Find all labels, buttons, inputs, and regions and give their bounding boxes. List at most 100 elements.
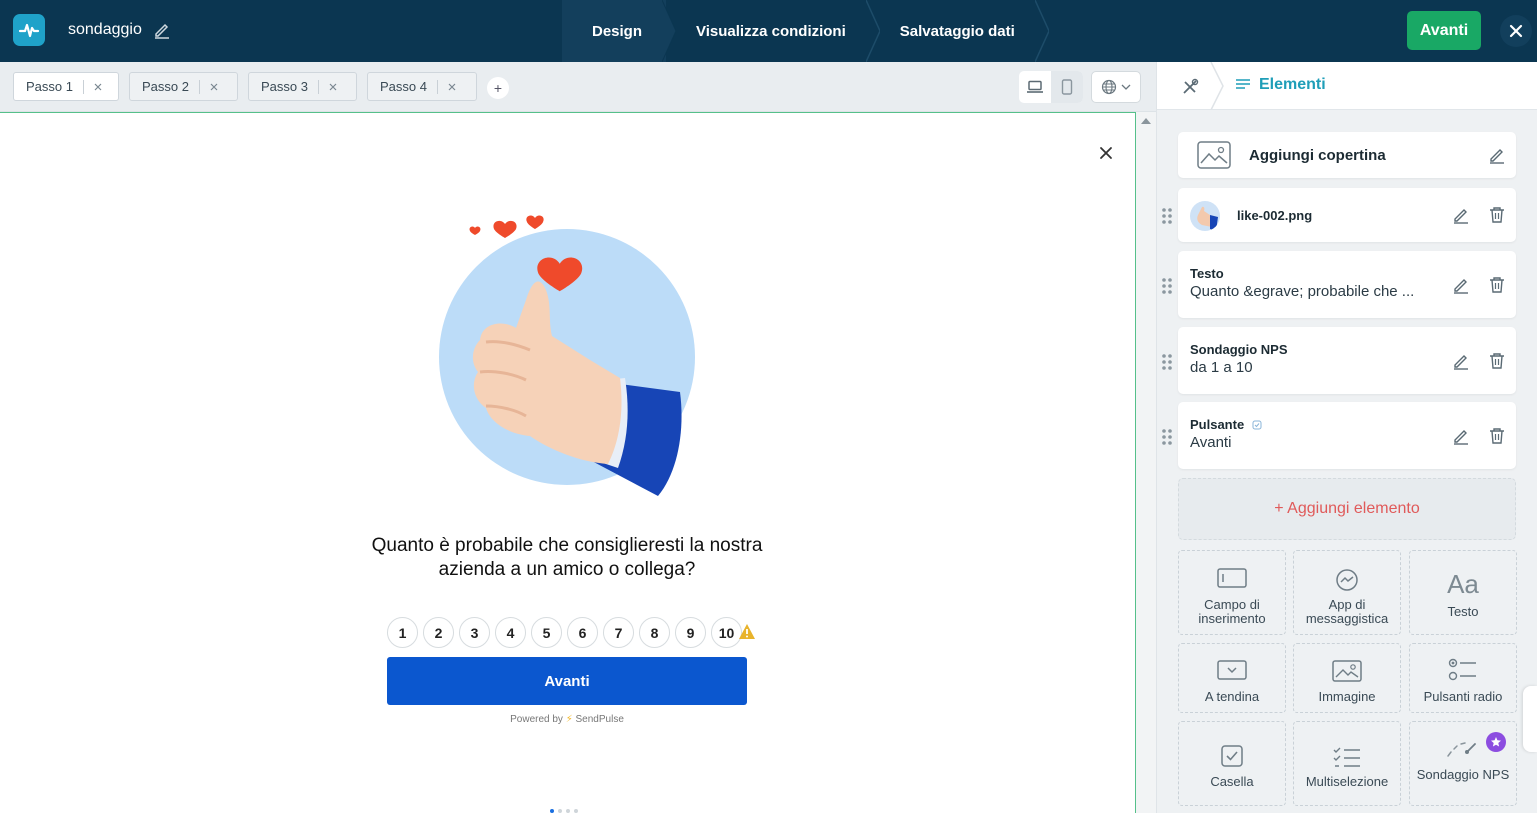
nps-icon bbox=[1447, 742, 1476, 757]
trash-icon[interactable] bbox=[1488, 427, 1506, 445]
tile-checkbox[interactable]: Casella bbox=[1178, 721, 1286, 806]
add-element-button[interactable]: + Aggiungi elemento bbox=[1178, 478, 1516, 540]
step-pager bbox=[550, 809, 578, 813]
nps-option-9[interactable]: 9 bbox=[675, 617, 706, 648]
logo[interactable] bbox=[13, 14, 45, 46]
trash-icon[interactable] bbox=[1488, 206, 1506, 224]
chevron-separator bbox=[1210, 62, 1224, 110]
tab-close-button[interactable] bbox=[319, 82, 347, 92]
tile-text[interactable]: Aa Testo bbox=[1409, 550, 1517, 635]
tile-label: Testo bbox=[1447, 604, 1479, 619]
pencil-icon[interactable] bbox=[1452, 352, 1470, 370]
element-nps-survey[interactable]: Sondaggio NPS da 1 a 10 bbox=[1178, 327, 1516, 394]
trash-icon[interactable] bbox=[1488, 352, 1506, 370]
nps-option-3[interactable]: 3 bbox=[459, 617, 490, 648]
trash-icon[interactable] bbox=[1488, 276, 1506, 294]
verified-check-icon bbox=[1252, 420, 1262, 430]
add-cover-card[interactable]: Aggiungi copertina bbox=[1178, 132, 1516, 178]
tile-messenger-app[interactable]: App di messaggistica bbox=[1293, 550, 1401, 635]
pencil-icon[interactable] bbox=[1452, 206, 1470, 224]
powered-by[interactable]: Powered by ⚡ SendPulse bbox=[387, 714, 747, 725]
pencil-icon[interactable] bbox=[153, 21, 171, 39]
add-step-button[interactable]: + bbox=[487, 77, 509, 99]
pencil-icon[interactable] bbox=[1488, 146, 1506, 164]
nps-option-2[interactable]: 2 bbox=[423, 617, 454, 648]
tile-multiselect[interactable]: Multiselezione bbox=[1293, 721, 1401, 806]
panel-header: Elementi bbox=[1157, 62, 1537, 110]
tile-label: App di messaggistica bbox=[1305, 597, 1389, 626]
radio-buttons-icon bbox=[1448, 658, 1476, 681]
top-bar: sondaggio Design Visualizza condizioni S… bbox=[0, 0, 1537, 62]
canvas-scrollbar[interactable] bbox=[1136, 112, 1156, 813]
thumbs-up-illustration bbox=[439, 215, 695, 496]
drag-handle-icon[interactable] bbox=[1161, 428, 1173, 446]
chevron-separator bbox=[1034, 0, 1049, 62]
element-text[interactable]: Testo Quanto &egrave; probabile che ... bbox=[1178, 251, 1516, 318]
language-selector[interactable] bbox=[1091, 71, 1141, 103]
element-image[interactable]: like-002.png bbox=[1178, 188, 1516, 242]
nps-option-1[interactable]: 1 bbox=[387, 617, 418, 648]
tile-dropdown[interactable]: A tendina bbox=[1178, 643, 1286, 713]
element-subtitle: da 1 a 10 bbox=[1190, 359, 1253, 376]
add-cover-label: Aggiungi copertina bbox=[1249, 147, 1386, 164]
pulse-logo-icon bbox=[18, 23, 40, 38]
messenger-icon bbox=[1336, 569, 1358, 591]
tab-close-button[interactable] bbox=[438, 82, 466, 92]
laptop-icon bbox=[1027, 80, 1043, 93]
tile-label: Pulsanti radio bbox=[1423, 689, 1503, 704]
pager-dot bbox=[574, 809, 578, 813]
warning-icon bbox=[739, 624, 755, 639]
tab-elements[interactable]: Elementi bbox=[1235, 76, 1326, 94]
tab-close-button[interactable] bbox=[200, 82, 228, 92]
design-tools-icon[interactable] bbox=[1179, 76, 1201, 98]
drag-handle-icon[interactable] bbox=[1161, 353, 1173, 371]
tile-radio-buttons[interactable]: Pulsanti radio bbox=[1409, 643, 1517, 713]
drag-handle-icon[interactable] bbox=[1161, 207, 1173, 225]
tile-nps-survey[interactable]: Sondaggio NPS bbox=[1409, 721, 1517, 806]
mobile-icon bbox=[1061, 79, 1073, 95]
element-button[interactable]: Pulsante Avanti bbox=[1178, 402, 1516, 469]
pencil-icon[interactable] bbox=[1452, 276, 1470, 294]
step-view-conditions[interactable]: Visualizza condizioni bbox=[666, 0, 880, 62]
element-subtitle: Avanti bbox=[1190, 434, 1232, 451]
nps-option-5[interactable]: 5 bbox=[531, 617, 562, 648]
close-icon bbox=[94, 83, 102, 90]
next-button[interactable]: Avanti bbox=[1407, 11, 1481, 50]
tab-step-2[interactable]: Passo 2 bbox=[129, 72, 238, 101]
mobile-preview-button[interactable] bbox=[1051, 71, 1083, 103]
tab-step-3[interactable]: Passo 3 bbox=[248, 72, 357, 101]
thumbs-up-thumbnail bbox=[1197, 206, 1218, 231]
popup-close-icon[interactable] bbox=[1096, 143, 1116, 163]
powered-by-text: Powered by bbox=[510, 714, 563, 725]
element-title: Testo bbox=[1190, 266, 1224, 281]
close-icon bbox=[210, 83, 218, 90]
nps-option-6[interactable]: 6 bbox=[567, 617, 598, 648]
step-data-saving[interactable]: Salvataggio dati bbox=[870, 0, 1049, 62]
tile-input-field[interactable]: Campo di inserimento bbox=[1178, 550, 1286, 635]
nps-option-7[interactable]: 7 bbox=[603, 617, 634, 648]
tab-step-4[interactable]: Passo 4 bbox=[367, 72, 477, 101]
drag-handle-icon[interactable] bbox=[1161, 277, 1173, 295]
tile-image[interactable]: Immagine bbox=[1293, 643, 1401, 713]
tab-label: Passo 4 bbox=[380, 79, 427, 94]
pager-dot bbox=[558, 809, 562, 813]
tab-step-1[interactable]: Passo 1 bbox=[13, 72, 119, 101]
nps-option-8[interactable]: 8 bbox=[639, 617, 670, 648]
popup-submit-button[interactable]: Avanti bbox=[387, 657, 747, 705]
tab-close-button[interactable] bbox=[84, 82, 112, 92]
image-thumbnail bbox=[1190, 201, 1220, 231]
side-help-tab[interactable] bbox=[1523, 686, 1537, 752]
close-button[interactable] bbox=[1500, 15, 1532, 47]
pager-dot bbox=[566, 809, 570, 813]
close-icon bbox=[329, 83, 337, 90]
step-design[interactable]: Design bbox=[562, 0, 677, 62]
desktop-preview-button[interactable] bbox=[1019, 71, 1051, 103]
brand-name: SendPulse bbox=[575, 714, 624, 725]
nps-option-4[interactable]: 4 bbox=[495, 617, 526, 648]
checkbox-icon bbox=[1221, 745, 1243, 767]
elements-panel: Elementi Aggiungi copertina like-002.png… bbox=[1156, 62, 1537, 813]
pencil-icon[interactable] bbox=[1452, 427, 1470, 445]
tile-label: Immagine bbox=[1318, 689, 1376, 704]
scroll-up-arrow[interactable] bbox=[1141, 118, 1151, 124]
element-title: Sondaggio NPS bbox=[1190, 342, 1288, 357]
